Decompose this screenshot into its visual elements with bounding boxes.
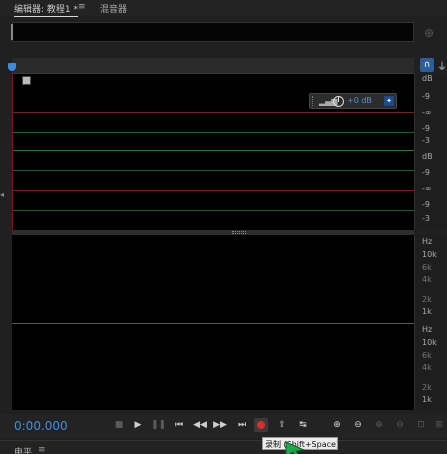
zoom-selection-icon: ⊞: [435, 420, 443, 430]
zoom-in-amplitude-icon: ⊕: [333, 420, 341, 430]
tab-menu-icon[interactable]: ≡: [78, 2, 86, 12]
skip-selection-icon: ↹: [299, 420, 307, 430]
hz-scale-label: 6k: [422, 351, 432, 360]
hz-scale-label: 1k: [422, 395, 432, 404]
zoom-full-icon: ⊡: [417, 420, 425, 430]
hz-scale-label: 1k: [422, 307, 432, 316]
hud-grip-handle[interactable]: [312, 96, 315, 106]
db-scale-label: dB: [422, 74, 433, 83]
pause-icon: ❚❚: [151, 420, 167, 430]
hud-pin-icon[interactable]: ✦: [384, 96, 394, 106]
waveform-level-line: [13, 112, 415, 113]
divider-grip-handle[interactable]: [232, 231, 246, 234]
db-scale-label: -9: [422, 92, 430, 101]
pause-button[interactable]: ❚❚: [151, 418, 167, 432]
levels-panel-menu-icon[interactable]: ≡: [38, 445, 46, 454]
playhead-handle[interactable]: [8, 63, 16, 71]
tab-mixer[interactable]: 混音器: [100, 2, 127, 15]
timeline-ruler[interactable]: [12, 58, 414, 74]
db-scale-label: -9: [422, 168, 430, 177]
waveform-center-line: [13, 150, 415, 151]
waveform-level-line: [13, 210, 415, 211]
waveform-level-line: [13, 132, 415, 133]
gain-value[interactable]: +0 dB: [347, 96, 372, 105]
play-button[interactable]: ▶: [131, 418, 145, 432]
zoom-full-button[interactable]: ⊡: [414, 418, 428, 432]
db-scale-label: -9: [422, 124, 430, 133]
db-scale-label: -9: [422, 200, 430, 209]
db-scale: dB -9 -∞ -9 -3 dB -9 -∞ -9 -3: [414, 74, 447, 230]
db-scale-label: -∞: [422, 184, 432, 193]
levels-panel-header: [0, 440, 447, 454]
skip-back-icon: ⏮: [174, 420, 184, 430]
channel-toggle-icon[interactable]: [22, 76, 31, 85]
loop-playback-button[interactable]: ⇪: [275, 418, 289, 432]
waveform-level-line: [13, 170, 415, 171]
rewind-button[interactable]: ◀◀: [193, 418, 207, 432]
panel-collapse-icon[interactable]: ◂: [0, 190, 4, 199]
loop-icon: ⇪: [278, 420, 286, 430]
play-icon: ▶: [134, 420, 142, 430]
hz-scale-label: 10k: [422, 250, 437, 259]
hz-scale-label: 4k: [422, 275, 432, 284]
rewind-icon: ◀◀: [193, 420, 207, 430]
zoom-out-amplitude-button[interactable]: ⊖: [351, 418, 365, 432]
stop-button[interactable]: ■: [112, 418, 126, 432]
snap-magnet-button[interactable]: ∩: [420, 58, 434, 72]
hz-scale-label: 2k: [422, 383, 432, 392]
panel-tab-bar: 编辑器: 教程1 * ≡ 混音器: [0, 0, 447, 17]
hz-scale: Hz 10k 6k 4k 2k 1k Hz 10k 6k 4k 2k 1k: [414, 235, 447, 410]
stop-icon: ■: [114, 420, 124, 430]
db-scale-label: -∞: [422, 108, 432, 117]
gain-hud[interactable]: ▂▄▆ +0 dB ✦: [309, 93, 397, 109]
hz-scale-label: 2k: [422, 295, 432, 304]
pin-icon[interactable]: ⏚: [437, 58, 447, 73]
record-icon: [257, 421, 265, 429]
db-scale-label: -3: [422, 214, 430, 223]
zoom-out-time-icon: ⊖: [396, 420, 404, 430]
fast-forward-button[interactable]: ▶▶: [213, 418, 227, 432]
hz-scale-label: 4k: [422, 363, 432, 372]
current-time-display[interactable]: 0:00.000: [14, 419, 68, 433]
db-scale-label: -3: [422, 136, 430, 145]
waveform-level-line: [13, 190, 415, 191]
db-scale-label: dB: [422, 152, 433, 161]
overview-bar[interactable]: [12, 22, 414, 42]
channel-separator: [12, 323, 414, 324]
skip-to-end-button[interactable]: ⏭: [235, 418, 249, 432]
gain-knob[interactable]: [333, 96, 344, 107]
record-button[interactable]: [254, 418, 268, 432]
zoom-in-amplitude-button[interactable]: ⊕: [330, 418, 344, 432]
zoom-out-amplitude-icon: ⊖: [354, 420, 362, 430]
skip-to-start-button[interactable]: ⏮: [172, 418, 186, 432]
skip-forward-icon: ⏭: [237, 420, 247, 430]
skip-selection-button[interactable]: ↹: [296, 418, 310, 432]
hz-scale-label: Hz: [422, 325, 433, 334]
tab-editor[interactable]: 编辑器: 教程1 *: [14, 2, 78, 17]
hz-scale-label: Hz: [422, 237, 433, 246]
zoom-out-time-button[interactable]: ⊖: [393, 418, 407, 432]
overview-range-handle[interactable]: [11, 24, 13, 40]
zoom-navigator-icon[interactable]: ⊕: [424, 26, 434, 40]
hz-scale-label: 6k: [422, 263, 432, 272]
mouse-cursor-icon: [285, 441, 306, 454]
zoom-selection-button[interactable]: ⊞: [432, 418, 446, 432]
zoom-in-time-icon: ⊕: [375, 420, 383, 430]
hz-scale-label: 10k: [422, 338, 437, 347]
zoom-in-time-button[interactable]: ⊕: [372, 418, 386, 432]
fast-forward-icon: ▶▶: [213, 420, 227, 430]
levels-panel-title[interactable]: 电平: [14, 445, 32, 454]
